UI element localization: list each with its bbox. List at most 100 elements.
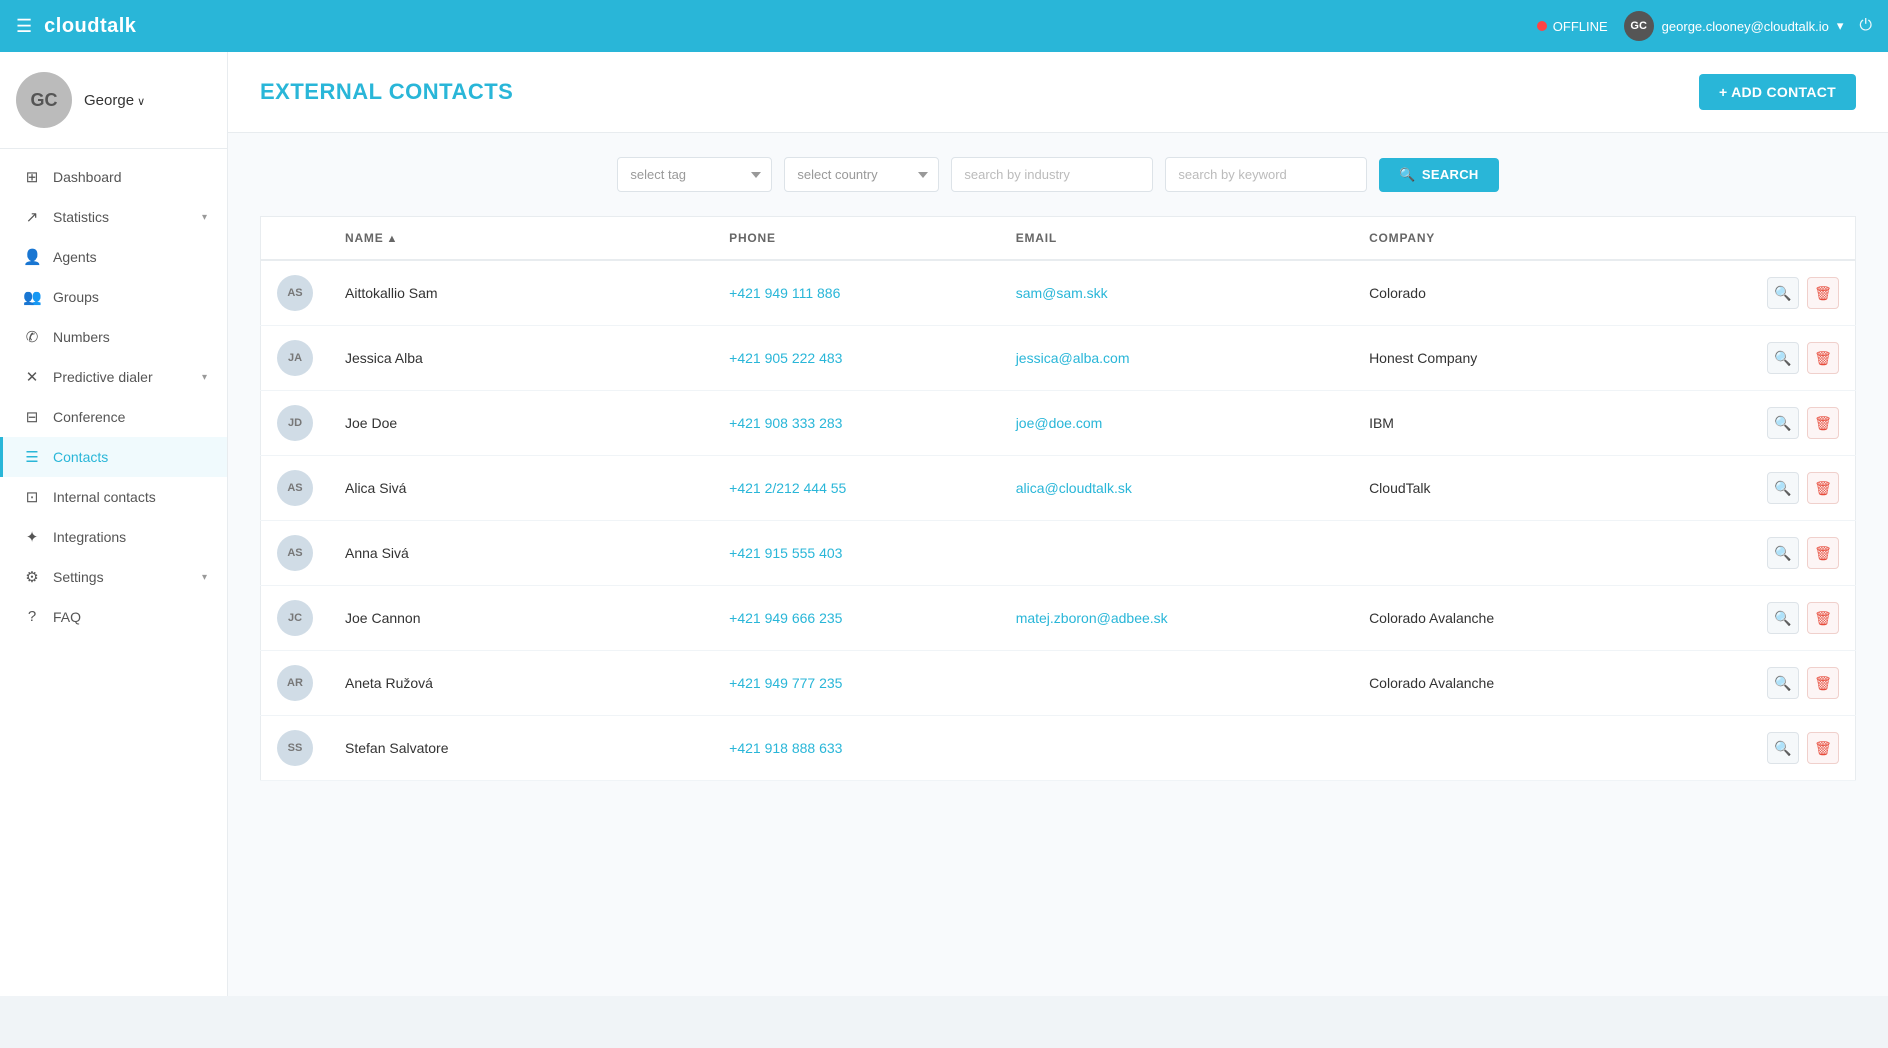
table-header-company: COMPANY	[1353, 217, 1655, 261]
contact-avatar-cell: AS	[261, 456, 330, 521]
contact-search-button[interactable]: 🔍	[1767, 667, 1799, 699]
contact-email-cell: joe@doe.com	[1000, 391, 1353, 456]
navbar: ☰ cloudtalk OFFLINE GC george.clooney@cl…	[0, 0, 1888, 52]
contact-search-button[interactable]: 🔍	[1767, 602, 1799, 634]
nav-icon-statistics: ↗	[23, 208, 41, 226]
contact-email-cell: alica@cloudtalk.sk	[1000, 456, 1353, 521]
search-keyword-input[interactable]	[1165, 157, 1367, 192]
add-contact-button[interactable]: + ADD CONTACT	[1699, 74, 1856, 110]
contact-email: matej.zboron@adbee.sk	[1016, 610, 1168, 626]
nav-label-dashboard: Dashboard	[53, 169, 207, 185]
sidebar-item-integrations[interactable]: ✦ Integrations	[0, 517, 227, 557]
contact-phone-cell: +421 2/212 444 55	[713, 456, 1000, 521]
table-row: ASAnna Sivá+421 915 555 403 🔍 🗑	[261, 521, 1856, 586]
contact-search-button[interactable]: 🔍	[1767, 342, 1799, 374]
contact-name-cell: Joe Doe	[329, 391, 713, 456]
contact-delete-button[interactable]: 🗑	[1807, 732, 1839, 764]
contact-email: joe@doe.com	[1016, 415, 1103, 431]
contact-avatar: AS	[277, 470, 313, 506]
sidebar-item-statistics[interactable]: ↗ Statistics ▾	[0, 197, 227, 237]
contact-search-button[interactable]: 🔍	[1767, 472, 1799, 504]
contact-avatar: JC	[277, 600, 313, 636]
contact-avatar-cell: AS	[261, 260, 330, 326]
contact-name: Joe Cannon	[345, 610, 421, 626]
sidebar-item-internal-contacts[interactable]: ⊡ Internal contacts	[0, 477, 227, 517]
table-row: JCJoe Cannon+421 949 666 235matej.zboron…	[261, 586, 1856, 651]
table-row: JDJoe Doe+421 908 333 283joe@doe.comIBM …	[261, 391, 1856, 456]
sidebar-item-conference[interactable]: ⊟ Conference	[0, 397, 227, 437]
contact-delete-button[interactable]: 🗑	[1807, 472, 1839, 504]
status-indicator: OFFLINE	[1537, 19, 1608, 34]
table-header-name[interactable]: NAME▲	[329, 217, 713, 261]
sidebar-item-settings[interactable]: ⚙ Settings ▾	[0, 557, 227, 597]
contact-company-cell: Colorado	[1353, 260, 1655, 326]
contact-search-button[interactable]: 🔍	[1767, 407, 1799, 439]
contact-company-cell: Colorado Avalanche	[1353, 586, 1655, 651]
contact-delete-button[interactable]: 🗑	[1807, 407, 1839, 439]
contact-email: alica@cloudtalk.sk	[1016, 480, 1132, 496]
user-menu[interactable]: GC george.clooney@cloudtalk.io ▾	[1624, 11, 1844, 41]
hamburger-icon[interactable]: ☰	[16, 16, 32, 37]
contact-name: Stefan Salvatore	[345, 740, 449, 756]
nav-icon-groups: 👥	[23, 288, 41, 306]
chevron-down-icon: ▾	[202, 572, 207, 583]
table-header-actions	[1655, 217, 1856, 261]
contact-email-cell	[1000, 716, 1353, 781]
contact-company-cell: IBM	[1353, 391, 1655, 456]
navbar-avatar: GC	[1624, 11, 1654, 41]
contacts-table: NAME▲PHONEEMAILCOMPANY ASAittokallio Sam…	[260, 216, 1856, 781]
contact-company-cell	[1353, 521, 1655, 586]
contact-company-cell: CloudTalk	[1353, 456, 1655, 521]
contact-search-button[interactable]: 🔍	[1767, 537, 1799, 569]
contact-phone: +421 949 777 235	[729, 675, 842, 691]
contact-company: Colorado	[1369, 285, 1426, 301]
select-tag-dropdown[interactable]: select tag	[617, 157, 772, 192]
sidebar-nav: ⊞ Dashboard ↗ Statistics ▾ 👤 Agents 👥 Gr…	[0, 149, 227, 996]
contact-search-button[interactable]: 🔍	[1767, 732, 1799, 764]
select-country-dropdown[interactable]: select country	[784, 157, 939, 192]
table-body: ASAittokallio Sam+421 949 111 886sam@sam…	[261, 260, 1856, 781]
search-industry-input[interactable]	[951, 157, 1153, 192]
nav-label-predictive-dialer: Predictive dialer	[53, 369, 190, 385]
sidebar-item-faq[interactable]: ? FAQ	[0, 597, 227, 636]
contact-avatar-cell: SS	[261, 716, 330, 781]
nav-icon-internal-contacts: ⊡	[23, 488, 41, 506]
contact-delete-button[interactable]: 🗑	[1807, 602, 1839, 634]
table-header: NAME▲PHONEEMAILCOMPANY	[261, 217, 1856, 261]
contact-name-cell: Aittokallio Sam	[329, 260, 713, 326]
contact-avatar: JD	[277, 405, 313, 441]
contact-company-cell: Colorado Avalanche	[1353, 651, 1655, 716]
table-header-phone: PHONE	[713, 217, 1000, 261]
filter-row: select tag select country 🔍 SEARCH	[260, 157, 1856, 192]
contact-email-cell: sam@sam.skk	[1000, 260, 1353, 326]
page-title: EXTERNAL CONTACTS	[260, 79, 513, 105]
table-row: SS Stefan Salvatore +421 918 888 633 🔍 🗑	[261, 716, 1856, 781]
contact-delete-button[interactable]: 🗑	[1807, 342, 1839, 374]
sidebar-item-agents[interactable]: 👤 Agents	[0, 237, 227, 277]
contact-actions-cell: 🔍 🗑	[1655, 391, 1856, 456]
contact-name-cell: Stefan Salvatore	[329, 716, 713, 781]
contact-phone: +421 918 888 633	[729, 740, 842, 756]
contact-search-button[interactable]: 🔍	[1767, 277, 1799, 309]
contact-phone: +421 2/212 444 55	[729, 480, 846, 496]
chevron-down-icon: ▾	[202, 372, 207, 383]
contact-delete-button[interactable]: 🗑	[1807, 537, 1839, 569]
contact-delete-button[interactable]: 🗑	[1807, 667, 1839, 699]
contact-actions-cell: 🔍 🗑	[1655, 586, 1856, 651]
sidebar-item-groups[interactable]: 👥 Groups	[0, 277, 227, 317]
search-button[interactable]: 🔍 SEARCH	[1379, 158, 1498, 192]
sidebar-item-predictive-dialer[interactable]: ✕ Predictive dialer ▾	[0, 357, 227, 397]
power-icon[interactable]: ⏻	[1859, 17, 1872, 35]
contact-phone: +421 949 111 886	[729, 285, 840, 301]
contact-actions-cell: 🔍 🗑	[1655, 260, 1856, 326]
sidebar-avatar: GC	[16, 72, 72, 128]
nav-icon-faq: ?	[23, 608, 41, 625]
sidebar-item-dashboard[interactable]: ⊞ Dashboard	[0, 157, 227, 197]
contact-phone-cell: +421 949 777 235	[713, 651, 1000, 716]
contact-delete-button[interactable]: 🗑	[1807, 277, 1839, 309]
sidebar-item-contacts[interactable]: ☰ Contacts	[0, 437, 227, 477]
nav-label-settings: Settings	[53, 569, 190, 585]
sidebar-username[interactable]: George	[84, 92, 145, 109]
sidebar-item-numbers[interactable]: ✆ Numbers	[0, 317, 227, 357]
row-actions: 🔍 🗑	[1671, 732, 1839, 764]
